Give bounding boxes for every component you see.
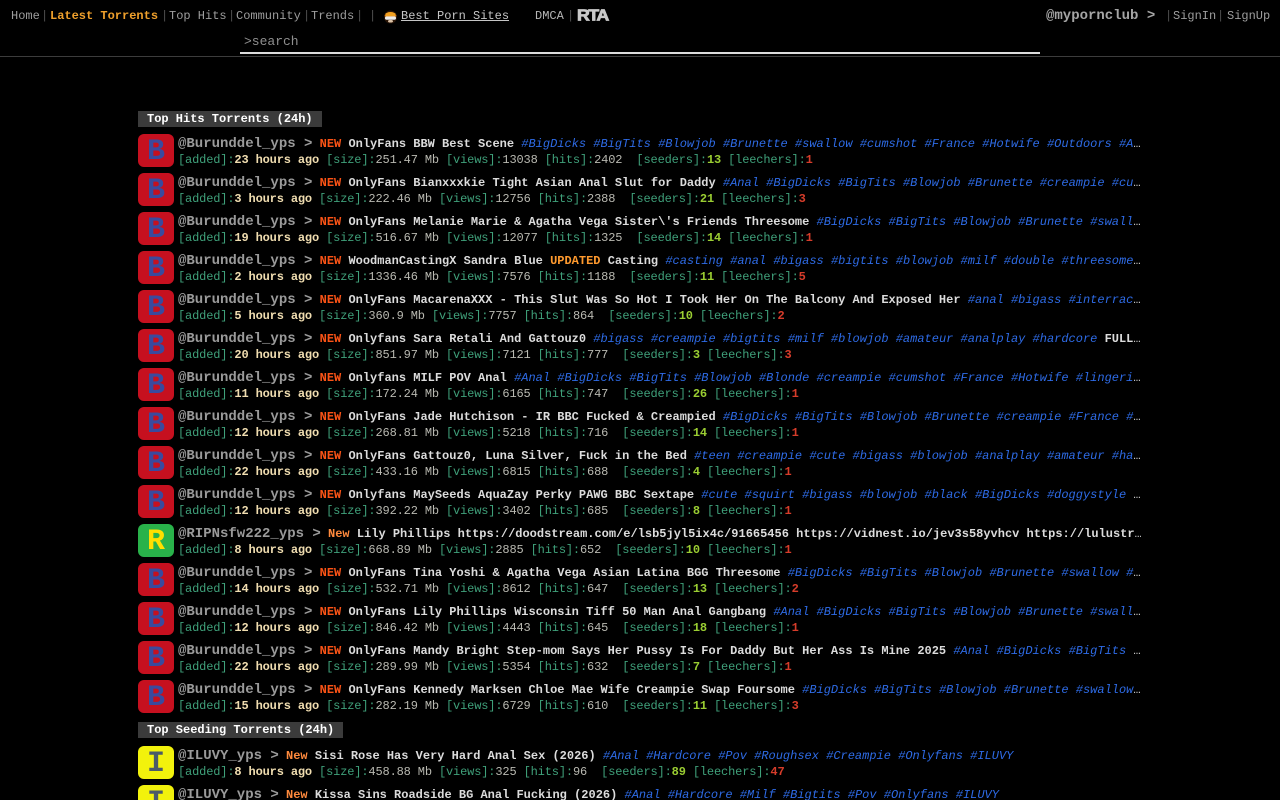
svg-text:RTA: RTA: [577, 7, 609, 23]
